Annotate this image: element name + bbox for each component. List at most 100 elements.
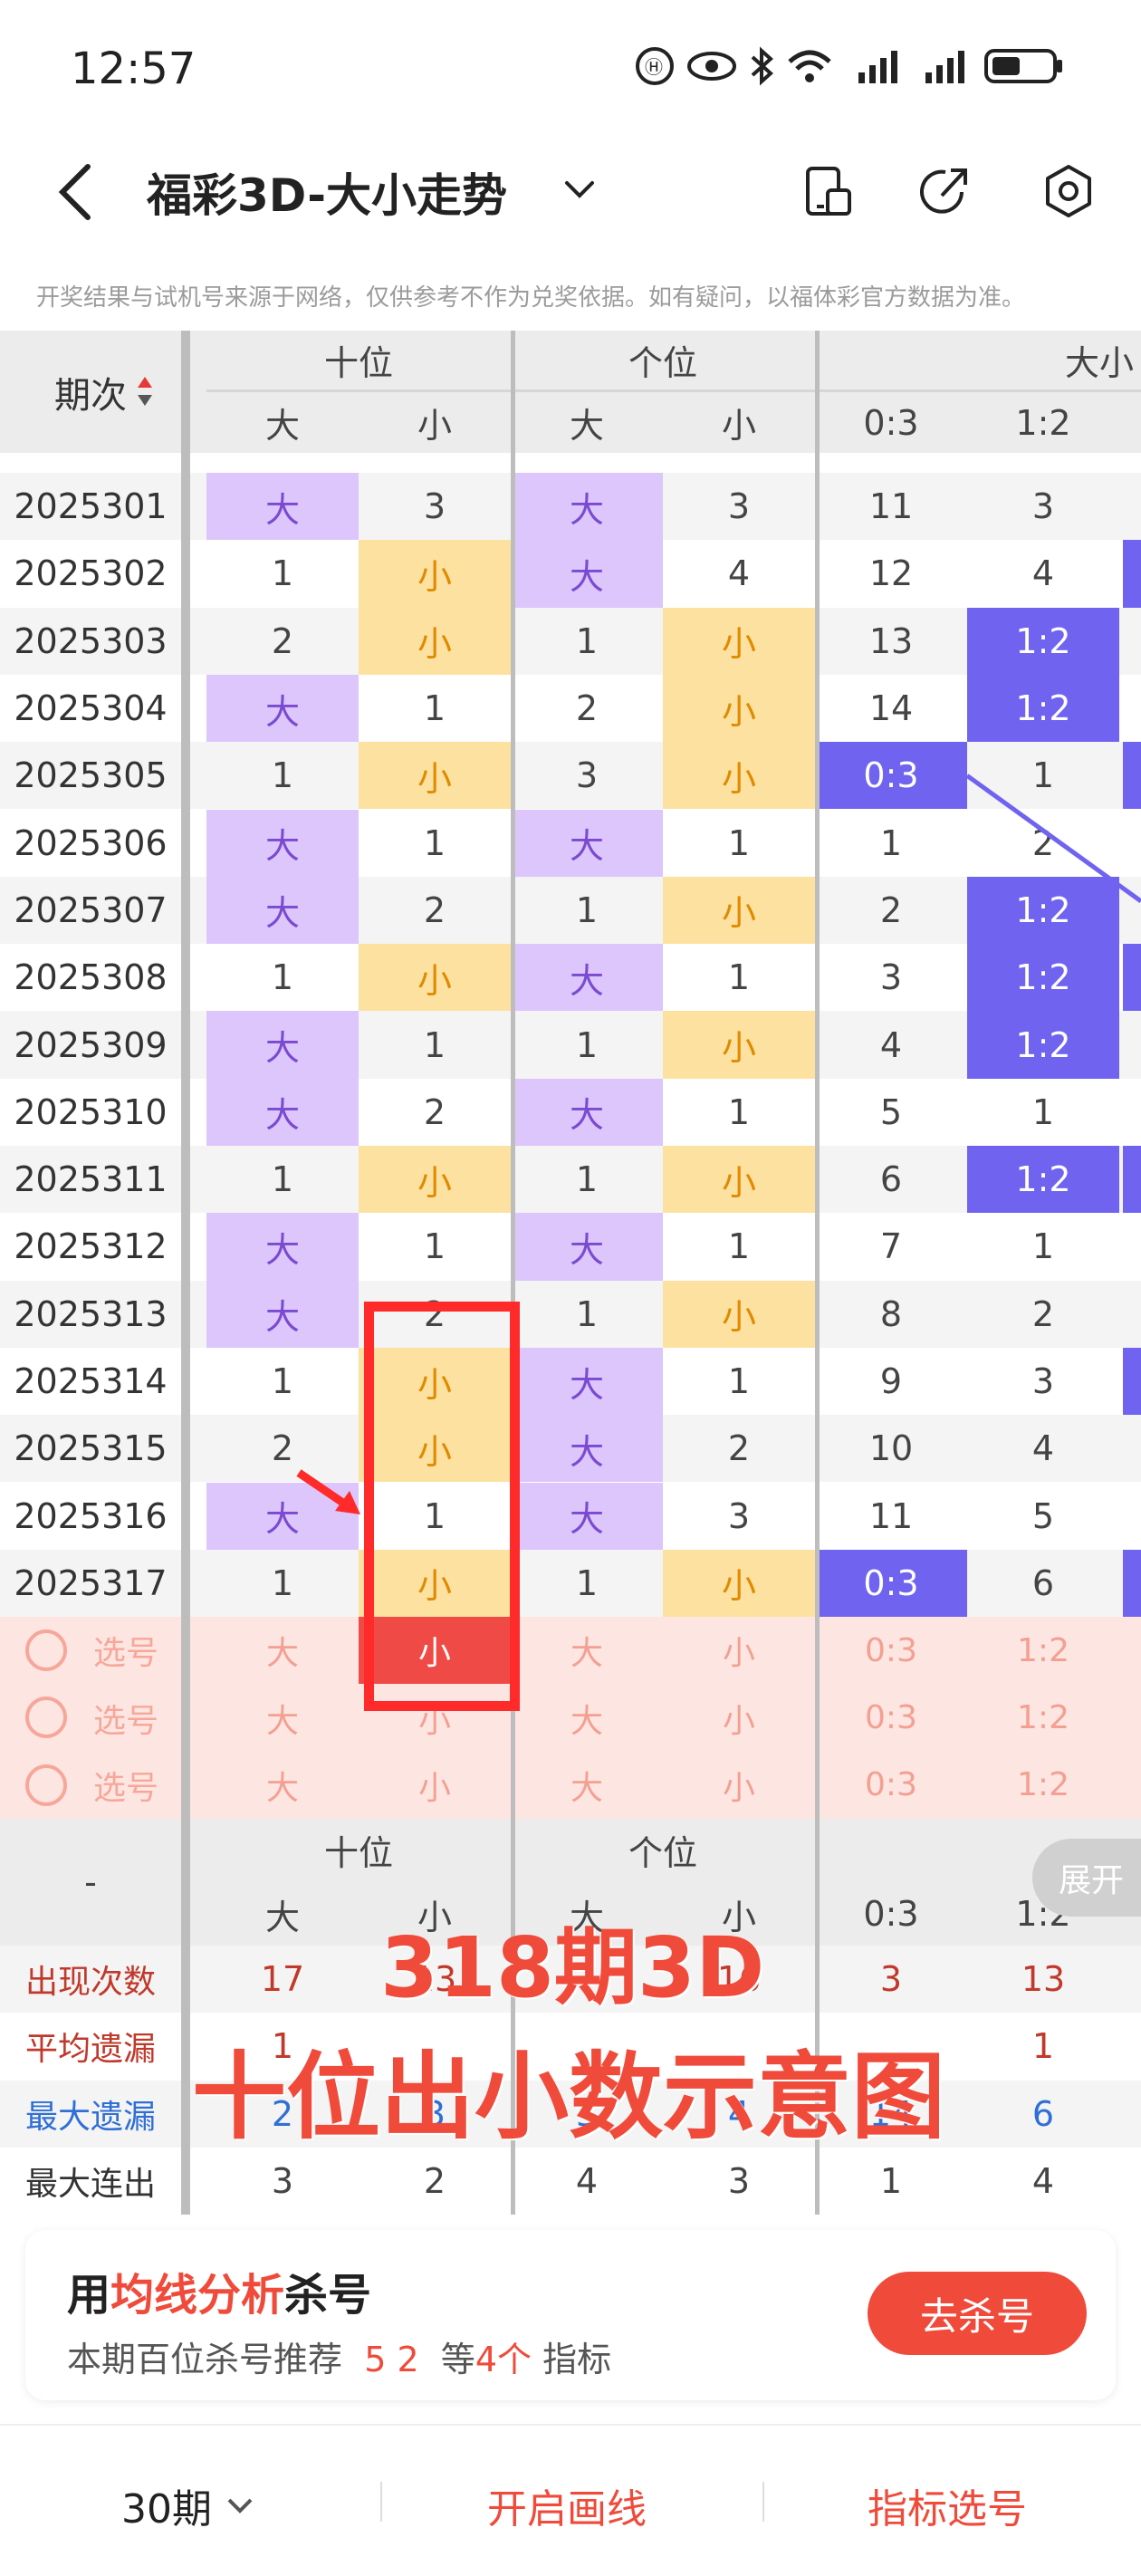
status-bar: 12:57 Ⓗ (0, 0, 1141, 136)
stats-cell: 1 (1031, 2026, 1055, 2067)
stats-cell: 3 (879, 1959, 903, 2000)
stats-cell: 3 (727, 2161, 751, 2202)
subheader: 0:3 (863, 402, 919, 443)
data-cell[interactable]: 4 (967, 1415, 1119, 1482)
footer-subheader: 大 (264, 1897, 300, 1937)
data-cell[interactable]: 11 (815, 1483, 967, 1550)
phone-icon[interactable] (797, 159, 860, 223)
data-cell[interactable]: 0:3 (815, 1549, 967, 1618)
data-cell[interactable]: 5 (967, 1483, 1119, 1550)
select-cell[interactable]: 1:2 (967, 1684, 1119, 1751)
period-cell: 2025317 (14, 1562, 168, 1603)
subheader: 1:2 (1015, 402, 1071, 443)
overlay-caption-line1: 318期3D (380, 1919, 765, 2016)
page-title[interactable]: 福彩3D-大小走势 (147, 159, 507, 225)
row-edge-marker (1123, 1483, 1141, 1550)
sort-icon[interactable] (136, 373, 154, 409)
divider (762, 2482, 764, 2522)
select-cell[interactable]: 大 (511, 1684, 663, 1751)
trend-lines (965, 774, 1141, 903)
subheader: 大 (264, 406, 300, 446)
overlay-caption-line2: 十位出小数示意图 (192, 2042, 946, 2152)
arrow-icon (295, 1467, 368, 1522)
chevron-down-icon (227, 2498, 253, 2514)
app-header: 福彩3D-大小走势 (0, 136, 1141, 254)
disclaimer-notice: 开奖结果与试机号来源于网络，仅供参考不作为兑奖依据。如有疑问，以福体彩官方数据为… (36, 284, 1026, 312)
select-cell[interactable]: 小 (663, 1617, 815, 1684)
row-edge-marker (1123, 1415, 1141, 1482)
share-icon[interactable] (915, 159, 978, 223)
select-cell[interactable]: 小 (663, 1684, 815, 1751)
stats-cell: 2 (423, 2161, 446, 2202)
row-edge-marker (1123, 1549, 1141, 1618)
data-cell[interactable]: 大 (511, 1482, 663, 1550)
trend-line (965, 774, 1141, 903)
data-cell[interactable]: 6 (967, 1550, 1119, 1617)
period-header[interactable]: 期次 (0, 331, 181, 453)
select-label[interactable]: 选号 (76, 1752, 176, 1819)
data-cell[interactable]: 10 (815, 1415, 967, 1482)
stats-cell: 1 (879, 2161, 903, 2202)
select-cell[interactable]: 大 (206, 1752, 359, 1819)
signal-icon (855, 45, 902, 89)
data-cell[interactable]: 2 (663, 1415, 815, 1482)
indicator-select-button[interactable]: 指标选号 (868, 2476, 1027, 2534)
signal-icon (922, 45, 969, 89)
period-selector[interactable]: 30期 (121, 2476, 255, 2534)
select-label[interactable]: 选号 (76, 1617, 176, 1684)
select-cell[interactable]: 1:2 (967, 1752, 1119, 1819)
back-button[interactable] (50, 156, 104, 228)
select-radio-icon[interactable] (25, 1629, 67, 1672)
expand-button[interactable]: 展开 (1032, 1839, 1141, 1917)
select-cell[interactable]: 0:3 (815, 1752, 967, 1819)
select-label[interactable]: 选号 (76, 1684, 176, 1751)
select-cell[interactable]: 大 (511, 1617, 663, 1684)
select-cell[interactable]: 0:3 (815, 1684, 967, 1751)
svg-text:Ⓗ: Ⓗ (645, 56, 663, 78)
stats-cell: 4 (1031, 2161, 1055, 2202)
stats-cell: 17 (260, 1959, 305, 2000)
row-gap (0, 453, 1141, 473)
data-cell[interactable]: 小 (663, 1549, 815, 1618)
select-cell[interactable]: 大 (511, 1752, 663, 1819)
footer-group-header: 个位 (628, 1832, 697, 1873)
settings-icon[interactable] (1037, 159, 1100, 223)
promo-subtitle: 本期百位杀号推荐 5 2 等4个 指标 (67, 2340, 612, 2379)
data-cell[interactable]: 1 (511, 1550, 663, 1617)
battery-icon (983, 45, 1065, 89)
select-cell[interactable]: 1:2 (967, 1617, 1119, 1684)
subheader: 大 (569, 406, 604, 446)
data-cell[interactable]: 1 (206, 1550, 359, 1617)
period-selector-label: 30期 (121, 2486, 212, 2533)
select-cell[interactable]: 0:3 (815, 1617, 967, 1684)
select-cell[interactable]: 大 (206, 1617, 359, 1684)
footer-group-header: 十位 (323, 1832, 393, 1873)
select-cell[interactable]: 小 (359, 1752, 511, 1819)
subheader: 小 (417, 406, 452, 446)
highlight-box (364, 1302, 520, 1711)
stats-label: 最大遗漏 (24, 2098, 156, 2136)
period-cell: 2025316 (14, 1495, 168, 1536)
footer-subheader: 0:3 (863, 1894, 919, 1934)
data-cell[interactable]: 大 (511, 1415, 663, 1483)
stats-label: 出现次数 (24, 1964, 156, 2002)
group-header: 个位 (628, 343, 697, 383)
status-time: 12:57 (71, 43, 197, 94)
back-icon (58, 164, 91, 220)
draw-line-button[interactable]: 开启画线 (487, 2476, 647, 2534)
select-cell[interactable]: 小 (663, 1752, 815, 1819)
stats-cell: 4 (575, 2161, 599, 2202)
stats-cell: 3 (271, 2161, 294, 2202)
subheader: 小 (721, 406, 756, 446)
data-cell[interactable]: 3 (663, 1483, 815, 1550)
select-cell[interactable]: 大 (206, 1684, 359, 1751)
kill-number-button[interactable]: 去杀号 (868, 2272, 1087, 2355)
eye-icon (686, 45, 737, 89)
divider (380, 2482, 382, 2522)
group-header: 十位 (323, 343, 393, 383)
stats-cell: 13 (1021, 1959, 1066, 2000)
chevron-down-icon[interactable] (561, 170, 598, 207)
stats-label: 最大连出 (24, 2166, 156, 2204)
promo-card: 用均线分析杀号 本期百位杀号推荐 5 2 等4个 指标 去杀号 (25, 2230, 1116, 2400)
select-radio-icon[interactable] (25, 1764, 67, 1806)
